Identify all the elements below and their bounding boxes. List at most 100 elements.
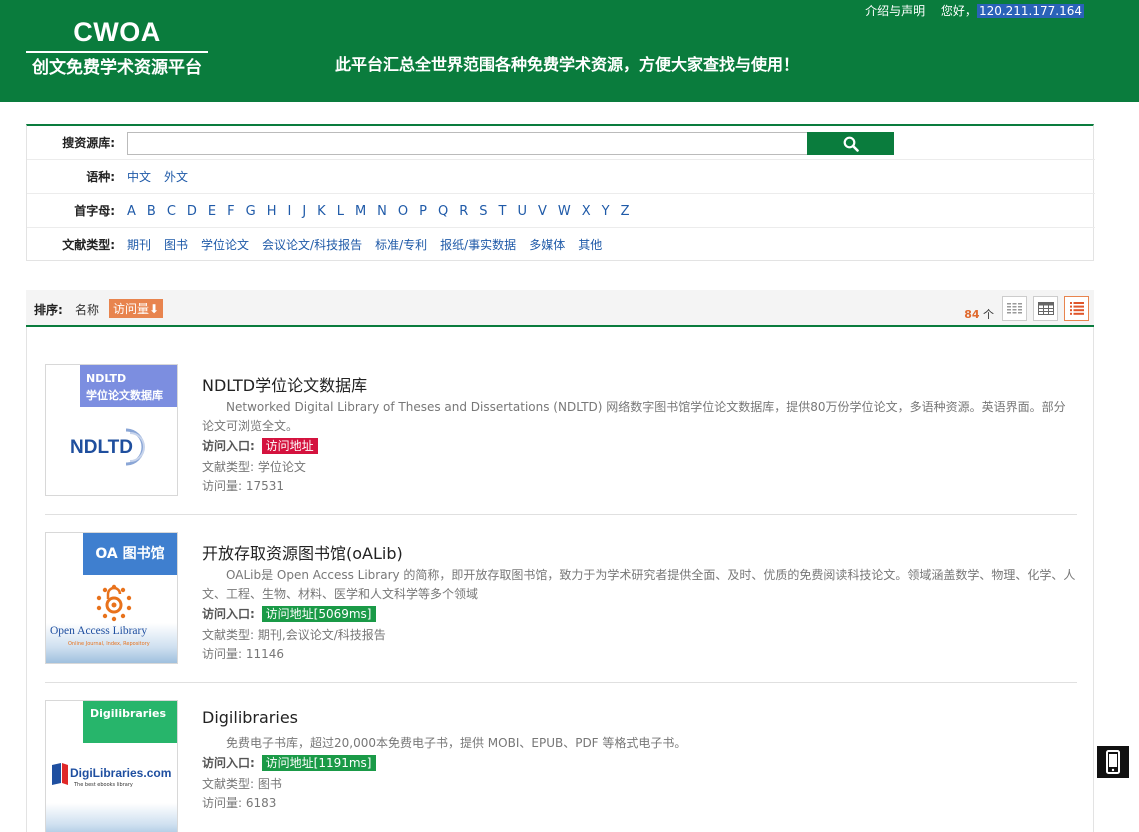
- search-input[interactable]: [127, 132, 807, 155]
- top-links: 介绍与声明 您好， 120.211.177.164: [865, 3, 1084, 19]
- doc-type-option[interactable]: 学位论文: [201, 238, 249, 252]
- letter-option[interactable]: W: [558, 204, 571, 219]
- letter-option[interactable]: T: [499, 204, 507, 219]
- resource-list: NDLTD 学位论文数据库 NDLTD NDLTD学位论文数据库 Network…: [26, 327, 1094, 832]
- digilibraries-logo-caption: The best ebooks library: [74, 782, 133, 788]
- ndltd-logo-icon: NDLTD: [70, 428, 145, 466]
- type-meta-label: 文献类型:: [202, 460, 255, 474]
- letter-option[interactable]: E: [208, 204, 216, 219]
- list-divider: [45, 682, 1077, 683]
- logo-title: CWOA: [73, 17, 161, 47]
- list-item: Digilibraries DigiLibraries.com The best…: [45, 700, 1077, 832]
- language-label: 语种:: [86, 170, 115, 184]
- table-view-button[interactable]: [1033, 296, 1058, 321]
- letter-option[interactable]: X: [582, 204, 591, 219]
- type-meta-label: 文献类型:: [202, 628, 255, 642]
- visits-label: 访问量:: [202, 479, 243, 493]
- type-meta-label: 文献类型:: [202, 777, 255, 791]
- resource-thumbnail[interactable]: NDLTD 学位论文数据库 NDLTD: [45, 364, 178, 496]
- letter-option[interactable]: R: [459, 204, 468, 219]
- user-ip: 120.211.177.164: [976, 4, 1084, 18]
- type-meta-value: 学位论文: [257, 460, 306, 474]
- resource-title[interactable]: Digilibraries: [202, 708, 298, 727]
- letter-option[interactable]: H: [267, 204, 277, 219]
- letter-option[interactable]: F: [227, 204, 234, 219]
- access-link[interactable]: 访问地址[1191ms]: [261, 755, 376, 771]
- letter-option[interactable]: Q: [438, 204, 448, 219]
- mobile-view-button[interactable]: [1097, 746, 1129, 778]
- resource-thumbnail[interactable]: OA 图书馆 Open Access Library Online Journa…: [45, 532, 178, 664]
- doc-type-option[interactable]: 图书: [164, 238, 188, 252]
- letter-option[interactable]: L: [337, 204, 344, 219]
- language-option[interactable]: 外文: [164, 170, 188, 184]
- doc-type-option[interactable]: 其他: [578, 238, 602, 252]
- list-item: NDLTD 学位论文数据库 NDLTD NDLTD学位论文数据库 Network…: [45, 364, 1077, 498]
- letter-option[interactable]: G: [246, 204, 256, 219]
- doc-type-option[interactable]: 标准/专利: [375, 238, 427, 252]
- result-count-number: 84: [964, 308, 980, 321]
- grid-view-button[interactable]: [1002, 296, 1027, 321]
- type-meta: 文献类型: 学位论文: [202, 458, 306, 475]
- site-slogan: 此平台汇总全世界范围各种免费学术资源，方便大家查找与使用！: [335, 55, 800, 74]
- thumbnail-tag-line: NDLTD: [86, 372, 127, 385]
- letter-option[interactable]: Z: [621, 204, 630, 219]
- visits-value: 6183: [245, 796, 277, 810]
- thumbnail-tag: NDLTD 学位论文数据库: [80, 365, 177, 407]
- type-meta-value: 期刊,会议论文/科技报告: [257, 628, 386, 642]
- language-row: 语种: 中文 外文: [27, 160, 1095, 194]
- letter-option[interactable]: U: [517, 204, 527, 219]
- resource-description: Networked Digital Library of Theses and …: [202, 400, 1066, 433]
- letter-option[interactable]: M: [355, 204, 366, 219]
- letter-option[interactable]: J: [302, 204, 306, 219]
- letter-option[interactable]: S: [479, 204, 487, 219]
- sort-by-visits[interactable]: 访问量⬇: [109, 299, 164, 318]
- access-label: 访问入口:: [202, 439, 255, 453]
- letter-option[interactable]: C: [167, 204, 176, 219]
- globe-backdrop: [46, 803, 177, 832]
- site-logo[interactable]: CWOA 创文免费学术资源平台: [26, 16, 208, 79]
- letter-option[interactable]: B: [147, 204, 156, 219]
- visits-value: 17531: [245, 479, 285, 493]
- language-options: 中文 外文: [127, 160, 1085, 194]
- letter-option[interactable]: O: [398, 204, 408, 219]
- letter-option[interactable]: I: [287, 204, 291, 219]
- resource-description: OALib是 Open Access Library 的简称，即开放存取图书馆，…: [202, 568, 1076, 601]
- resource-title[interactable]: NDLTD学位论文数据库: [202, 372, 367, 396]
- letter-label: 首字母:: [74, 204, 115, 218]
- letter-option[interactable]: K: [317, 204, 326, 219]
- access-label: 访问入口:: [202, 756, 255, 770]
- resource-title[interactable]: 开放存取资源图书馆(oALib): [202, 540, 403, 564]
- type-label: 文献类型:: [62, 238, 115, 252]
- language-option[interactable]: 中文: [127, 170, 151, 184]
- type-meta: 文献类型: 期刊,会议论文/科技报告: [202, 626, 386, 643]
- sort-by-name[interactable]: 名称: [75, 301, 99, 318]
- letter-option[interactable]: Y: [602, 204, 610, 219]
- access-link[interactable]: 访问地址: [261, 438, 318, 454]
- search-button[interactable]: [807, 132, 894, 155]
- letter-option[interactable]: D: [187, 204, 197, 219]
- about-link[interactable]: 介绍与声明: [865, 4, 925, 18]
- list-divider: [45, 514, 1077, 515]
- access-row: 访问入口: 访问地址: [202, 437, 318, 454]
- letter-option[interactable]: N: [377, 204, 387, 219]
- letter-option[interactable]: A: [127, 204, 136, 219]
- letter-option[interactable]: V: [538, 204, 547, 219]
- search-label: 搜资源库:: [62, 136, 115, 150]
- letter-option[interactable]: P: [419, 204, 427, 219]
- doc-type-option[interactable]: 多媒体: [529, 238, 565, 252]
- doc-type-option[interactable]: 期刊: [127, 238, 151, 252]
- search-row: 搜资源库:: [27, 126, 1095, 160]
- resource-thumbnail[interactable]: Digilibraries DigiLibraries.com The best…: [45, 700, 178, 832]
- book-icon: [52, 763, 68, 785]
- access-link[interactable]: 访问地址[5069ms]: [261, 606, 376, 622]
- oalib-logo-caption: Online Journal, Index, Repository: [68, 641, 150, 647]
- logo-subtitle: 创文免费学术资源平台: [32, 58, 202, 78]
- site-header: CWOA 创文免费学术资源平台 此平台汇总全世界范围各种免费学术资源，方便大家查…: [0, 0, 1139, 102]
- list-view-button[interactable]: [1064, 296, 1089, 321]
- result-count-unit: 个: [983, 308, 994, 321]
- doc-type-option[interactable]: 会议论文/科技报告: [262, 238, 362, 252]
- greeting-text: 您好，: [940, 4, 977, 18]
- doc-type-option[interactable]: 报纸/事实数据: [440, 238, 516, 252]
- type-options: 期刊 图书 学位论文 会议论文/科技报告 标准/专利 报纸/事实数据 多媒体 其他: [127, 228, 1085, 262]
- open-access-lock-icon: [96, 584, 132, 622]
